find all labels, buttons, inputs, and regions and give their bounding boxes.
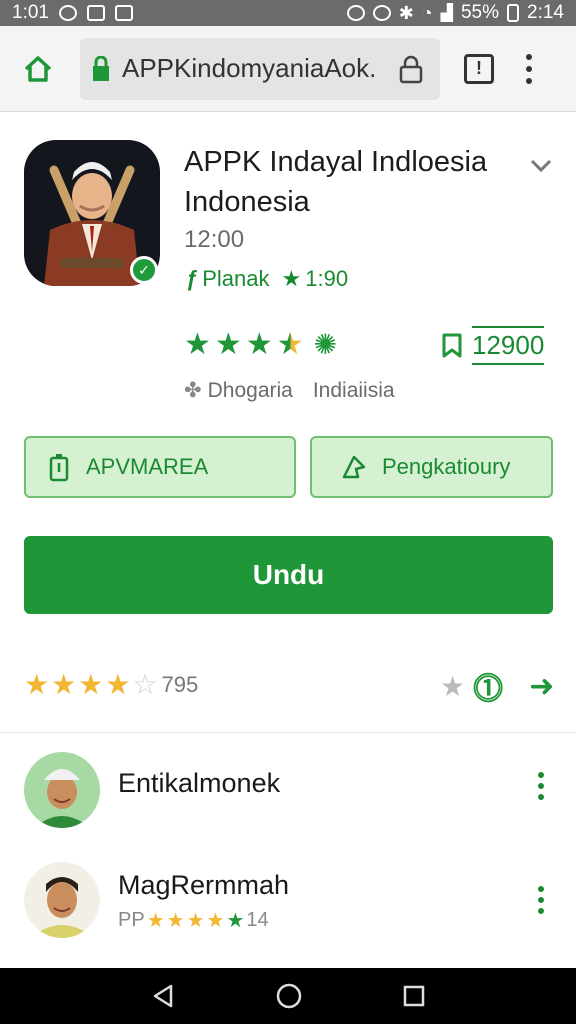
developer-name: Dhogaria	[207, 378, 293, 402]
divider	[0, 732, 576, 733]
menu-dot	[538, 886, 544, 892]
rating-star-icon: ★	[281, 266, 302, 291]
battery-level: 55%	[460, 2, 500, 23]
star-icon: ★	[206, 910, 225, 932]
download-icon	[442, 333, 462, 357]
menu-dot	[526, 65, 532, 72]
menu-dot	[538, 783, 544, 789]
arrow-right-icon[interactable]: ➜	[529, 669, 554, 704]
menu-dot	[538, 897, 544, 903]
developer-line: ✤ Dhogaria Indiaiisia	[184, 378, 395, 403]
browser-menu-button[interactable]	[524, 53, 534, 84]
star-gray-icon: ★	[440, 670, 466, 702]
review-item[interactable]: Entikalmonek	[0, 744, 576, 844]
review-menu-button[interactable]	[538, 772, 544, 800]
install-label: Undu	[252, 559, 325, 590]
status-time-right: 2:14	[527, 2, 564, 23]
menu-dot	[538, 772, 544, 778]
app-title: APPK Indayal Indloesia Indonesia	[184, 142, 514, 222]
star-icon: ★	[166, 910, 185, 932]
ratings-actions: ★ ⓵ ➜	[440, 664, 554, 708]
vibrate-icon	[346, 5, 365, 21]
star-icon: ★	[186, 910, 205, 932]
secure-lock-icon	[92, 55, 112, 82]
star-icon: ★	[226, 910, 245, 932]
status-bar: 1:01 ✱ ◔ ▟ 55% 2:14	[0, 0, 576, 26]
developer-icon: ✤	[184, 379, 202, 402]
star-icon: ★	[51, 669, 77, 700]
star-icon: ★	[245, 328, 273, 361]
share-icon	[342, 455, 366, 479]
ratings-count: 795	[161, 672, 199, 697]
app-title-line2: Indonesia	[184, 186, 310, 218]
badge-icon: ✺	[313, 329, 338, 360]
home-icon	[24, 55, 52, 82]
menu-dot	[526, 77, 532, 84]
apvmarea-button[interactable]: APVMAREA	[24, 436, 296, 498]
back-icon[interactable]	[149, 982, 177, 1010]
review-meta-prefix: PP	[118, 909, 145, 931]
star-empty-icon: ☆	[132, 669, 158, 700]
padlock-icon[interactable]	[398, 54, 426, 84]
tabs-button[interactable]: !	[464, 53, 494, 84]
battery-icon	[507, 4, 520, 22]
menu-dot	[526, 53, 532, 60]
avatar	[24, 862, 100, 938]
app-rating-line: ƒ Planak ★ 1:90	[186, 266, 348, 292]
recents-icon[interactable]	[401, 983, 427, 1009]
app-stars: ★ ★ ★ ★ ✺	[184, 330, 337, 360]
home-button[interactable]	[16, 47, 60, 91]
star-icon: ★	[105, 669, 131, 700]
rating-label: Planak	[202, 266, 270, 291]
android-nav-bar	[0, 968, 576, 1024]
bluetooth-icon: ✱	[398, 2, 414, 23]
review-item[interactable]: MagRermmah	[0, 852, 576, 952]
download-count: 12900	[472, 326, 545, 365]
review-menu-button[interactable]	[538, 886, 544, 914]
sync-icon	[58, 5, 77, 21]
mail-icon	[86, 5, 105, 21]
app-version: 12:00	[184, 226, 245, 253]
star-half-icon: ★	[276, 328, 304, 361]
star-icon: ★	[78, 669, 104, 700]
menu-dot	[538, 794, 544, 800]
downloads: 12900	[440, 326, 545, 365]
home-nav-icon[interactable]	[274, 981, 304, 1011]
star-icon: ★	[24, 669, 50, 700]
image-icon	[114, 5, 133, 21]
pengkatioury-button[interactable]: Pengkatioury	[310, 436, 553, 498]
star-icon: ★	[146, 910, 165, 932]
star-icon: ★	[214, 328, 242, 361]
reviewer-name: MagRermmah	[118, 870, 290, 900]
chevron-down-icon[interactable]	[528, 152, 554, 178]
install-button[interactable]: Undu	[24, 536, 553, 614]
apvmarea-label: APVMAREA	[86, 454, 209, 479]
verified-badge-icon: ✓	[130, 256, 158, 284]
status-time-left: 1:01	[12, 2, 49, 23]
browser-toolbar: APPKindomyaniaAok. !	[0, 26, 576, 112]
battery-icon	[49, 454, 69, 482]
rating-value: 1:90	[305, 266, 349, 291]
avatar	[24, 752, 100, 828]
app-title-line1: APPK Indayal Indloesia	[184, 146, 488, 178]
signal-icon: ▟	[440, 5, 453, 22]
ratings-summary: ★ ★ ★ ★ ☆ 795	[24, 670, 198, 700]
address-bar[interactable]: APPKindomyaniaAok.	[80, 37, 440, 100]
developer-region: Indiaiisia	[312, 378, 395, 402]
alarm-icon	[372, 5, 391, 21]
tab-count: !	[476, 58, 482, 78]
wifi-icon: ◔	[421, 2, 433, 23]
pengkatioury-label: Pengkatioury	[382, 454, 511, 479]
rank-badge-icon[interactable]: ⓵	[473, 664, 503, 708]
review-meta: PP ★ ★ ★ ★ ★ 14	[118, 908, 269, 933]
review-meta-value: 14	[246, 909, 269, 931]
menu-dot	[538, 908, 544, 914]
rating-flag-icon: ƒ	[186, 266, 199, 291]
star-icon: ★	[184, 328, 211, 361]
url-text[interactable]: APPKindomyaniaAok.	[122, 53, 392, 84]
reviewer-name: Entikalmonek	[118, 768, 281, 798]
